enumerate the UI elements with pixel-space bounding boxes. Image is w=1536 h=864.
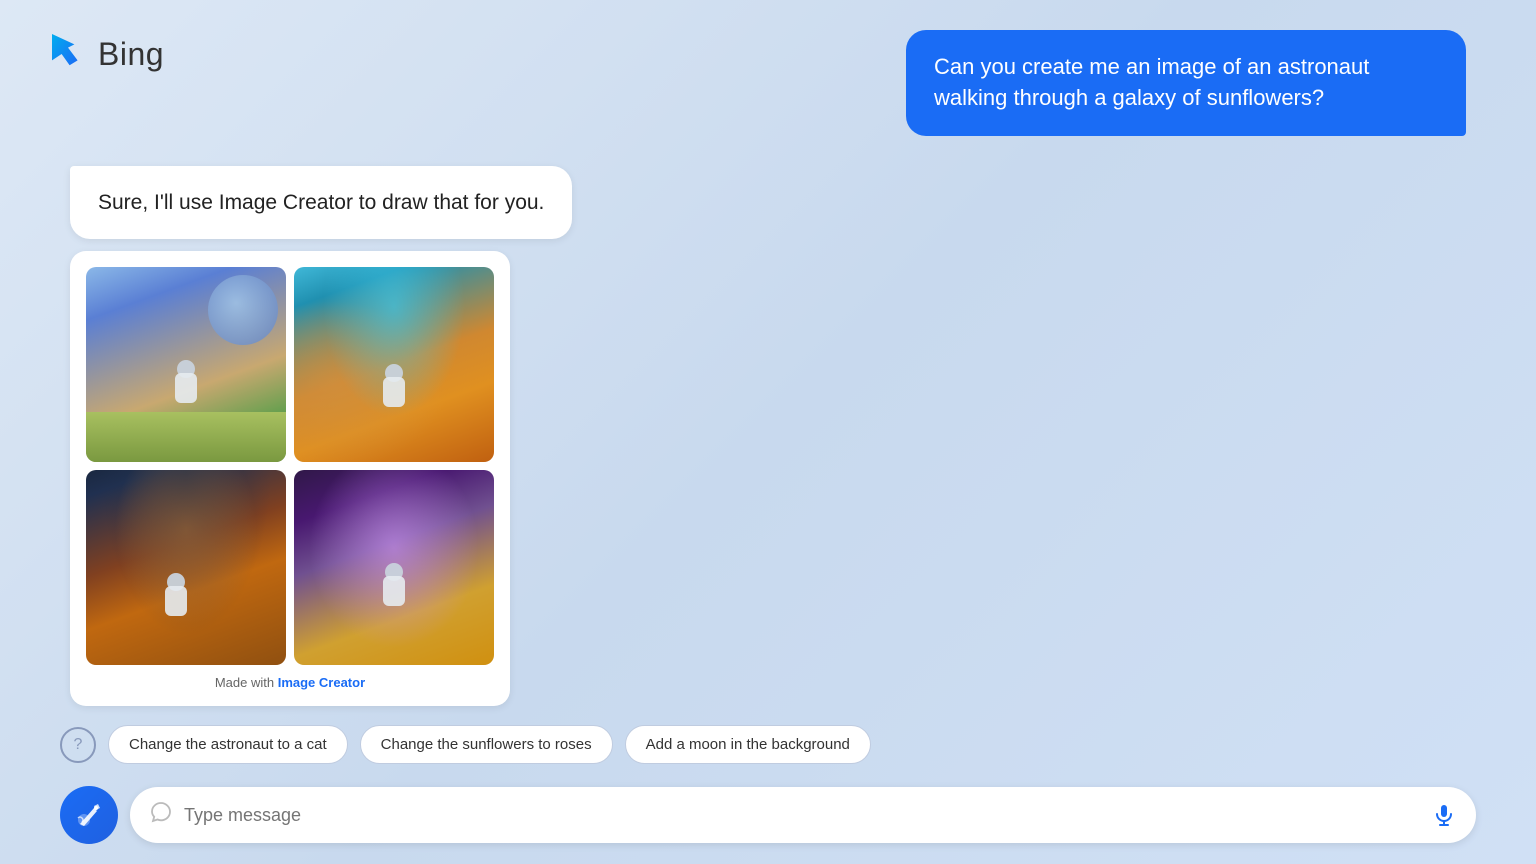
bot-text-bubble: Sure, I'll use Image Creator to draw tha… [70,166,572,239]
generated-image-1[interactable] [86,267,286,462]
image-grid [86,267,494,665]
suggestions-area: ? Change the astronaut to a cat Change t… [60,725,1476,764]
mic-button[interactable] [1432,803,1456,827]
suggestion-add-moon[interactable]: Add a moon in the background [625,725,871,764]
generated-image-3[interactable] [86,470,286,665]
chat-icon [150,801,172,829]
sunflowers-decoration-1 [86,412,286,462]
image-creator-link[interactable]: Image Creator [278,675,365,690]
new-conversation-button[interactable] [60,786,118,844]
image-grid-container: Made with Image Creator [70,251,510,706]
message-input[interactable] [184,805,1420,826]
mic-icon [1432,803,1456,827]
astronaut-figure-3 [165,573,187,616]
astronaut-figure-2 [383,364,405,407]
input-bar-area [60,786,1476,844]
astronaut-figure-1 [175,360,197,403]
help-button[interactable]: ? [60,727,96,763]
message-input-container [130,787,1476,843]
astronaut-figure-4 [383,563,405,606]
user-message-bubble: Can you create me an image of an astrona… [906,30,1466,136]
generated-image-4[interactable] [294,470,494,665]
broom-icon [74,800,104,830]
suggestion-change-astronaut[interactable]: Change the astronaut to a cat [108,725,348,764]
generated-image-2[interactable] [294,267,494,462]
bot-message-container: Sure, I'll use Image Creator to draw tha… [60,166,572,706]
made-with-label: Made with Image Creator [86,675,494,690]
suggestion-change-sunflowers[interactable]: Change the sunflowers to roses [360,725,613,764]
